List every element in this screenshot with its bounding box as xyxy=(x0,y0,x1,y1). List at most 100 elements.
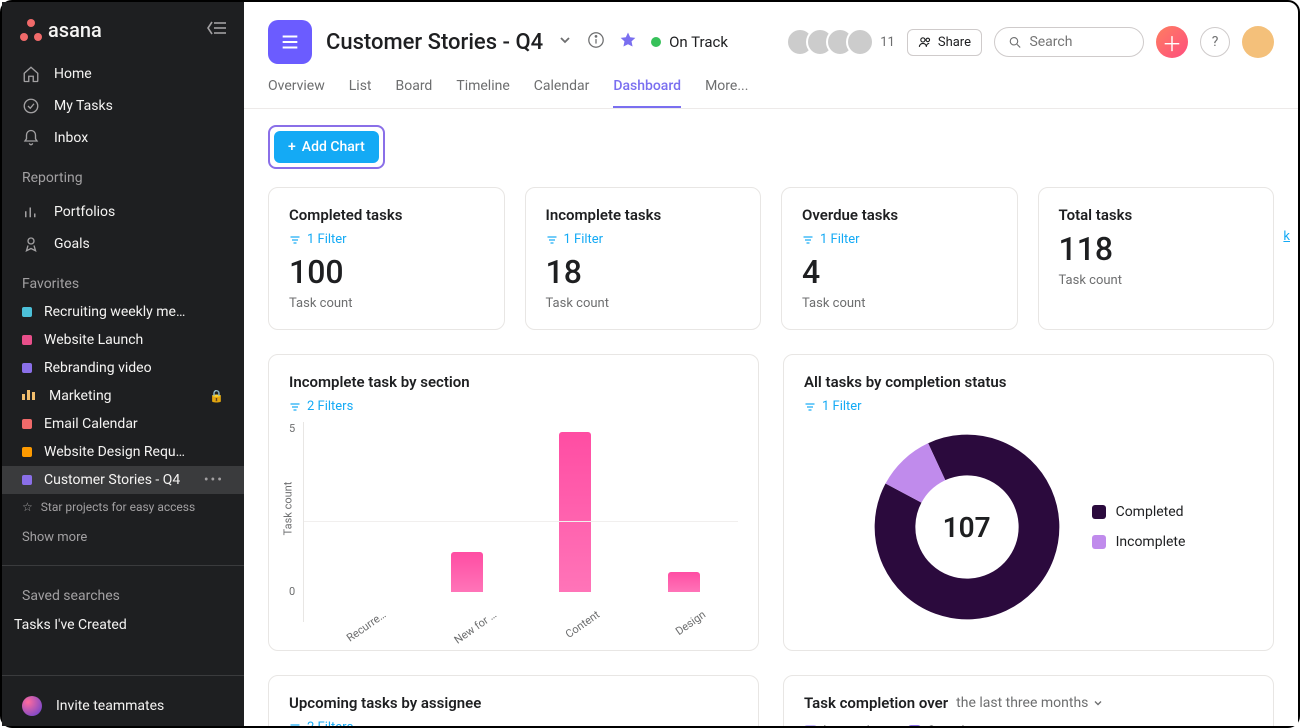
stat-card[interactable]: Total tasks 118 Task count xyxy=(1038,187,1275,330)
add-chart-highlight: + Add Chart xyxy=(268,125,385,169)
tab-list[interactable]: List xyxy=(349,78,372,108)
lock-icon: 🔒 xyxy=(209,389,224,403)
bell-icon xyxy=(22,129,40,147)
chart-completion-over-time[interactable]: Task completion over the last three mont… xyxy=(783,675,1274,726)
project-icon[interactable] xyxy=(268,20,312,64)
sidebar-item-inbox[interactable]: Inbox xyxy=(10,122,236,154)
stat-value: 4 xyxy=(802,255,997,290)
favorite-project[interactable]: Recruiting weekly me… xyxy=(2,298,244,326)
project-title[interactable]: Customer Stories - Q4 xyxy=(326,30,543,55)
collapse-sidebar-button[interactable] xyxy=(206,20,226,41)
tab-dashboard[interactable]: Dashboard xyxy=(613,78,681,108)
sidebar-item-goals[interactable]: Goals xyxy=(10,228,236,260)
chart-upcoming-by-assignee[interactable]: Upcoming tasks by assignee 2 Filters xyxy=(268,675,759,726)
favorite-project[interactable]: Rebranding video xyxy=(2,354,244,382)
bar-label: New for … xyxy=(451,608,499,647)
member-count: 11 xyxy=(880,35,895,50)
member-avatars[interactable]: 11 xyxy=(794,28,895,56)
star-outline-icon: ☆ xyxy=(22,500,33,514)
search-icon xyxy=(1009,35,1021,50)
period-selector[interactable]: the last three months xyxy=(956,695,1104,711)
saved-searches-header: Saved searches xyxy=(2,576,244,610)
check-icon xyxy=(22,97,40,115)
sidebar-item-portfolios[interactable]: Portfolios xyxy=(10,196,236,228)
search-box[interactable] xyxy=(994,27,1144,57)
chart-title: Incomplete task by section xyxy=(289,373,738,391)
tab-timeline[interactable]: Timeline xyxy=(456,78,509,108)
chevron-down-icon xyxy=(1092,697,1104,709)
chart-title: All tasks by completion status xyxy=(804,373,1253,391)
sidebar-item-my-tasks[interactable]: My Tasks xyxy=(10,90,236,122)
filter-icon xyxy=(802,234,814,246)
project-status[interactable]: On Track xyxy=(651,33,728,51)
stat-sub: Task count xyxy=(546,296,741,311)
tab-more[interactable]: More... xyxy=(705,78,748,108)
keyboard-shortcut-link[interactable]: k xyxy=(1283,229,1290,244)
bars-icon xyxy=(22,203,40,221)
bar-label: Content xyxy=(563,608,603,642)
bars-icon xyxy=(22,388,37,404)
filter-link[interactable]: 1 Filter xyxy=(804,399,1253,414)
stat-card[interactable]: Incomplete tasks1 Filter18Task count xyxy=(525,187,762,330)
star-icon[interactable] xyxy=(619,31,637,53)
bars-area: Recurre…New for …ContentDesign xyxy=(303,422,738,622)
legend-swatch xyxy=(804,725,817,726)
stat-card[interactable]: Completed tasks1 Filter100Task count xyxy=(268,187,505,330)
filter-link[interactable]: 2 Filters xyxy=(289,720,738,726)
filter-icon xyxy=(289,722,301,726)
saved-search-tasks-created[interactable]: Tasks I've Created xyxy=(2,610,244,640)
stat-title: Overdue tasks xyxy=(802,206,997,224)
bar xyxy=(559,432,591,592)
chart-title: Task completion over xyxy=(804,694,948,712)
favorite-project[interactable]: Email Calendar xyxy=(2,410,244,438)
search-input[interactable] xyxy=(1029,34,1129,50)
tab-board[interactable]: Board xyxy=(396,78,433,108)
stat-card[interactable]: Overdue tasks1 Filter4Task count xyxy=(781,187,1018,330)
favorite-project[interactable]: Customer Stories - Q4••• xyxy=(2,466,244,494)
bar xyxy=(451,552,483,592)
legend-swatch xyxy=(908,725,921,726)
project-color-icon xyxy=(22,475,32,485)
sidebar-item-home[interactable]: Home xyxy=(10,58,236,90)
reporting-header: Reporting xyxy=(2,158,244,192)
share-button[interactable]: Share xyxy=(907,29,982,56)
chart-completion-status[interactable]: All tasks by completion status 1 Filter … xyxy=(783,354,1274,651)
invite-teammates-button[interactable]: Invite teammates xyxy=(2,686,244,726)
info-icon[interactable] xyxy=(587,31,605,53)
filter-link[interactable]: 1 Filter xyxy=(289,232,484,247)
avatar xyxy=(846,28,874,56)
project-color-icon xyxy=(22,335,32,345)
help-button[interactable]: ? xyxy=(1200,27,1230,57)
chart-incomplete-by-section[interactable]: Incomplete task by section 2 Filters Tas… xyxy=(268,354,759,651)
favorite-project[interactable]: Website Launch xyxy=(2,326,244,354)
legend-item[interactable]: Incomplete xyxy=(804,724,888,726)
filter-link[interactable]: 1 Filter xyxy=(546,232,741,247)
stat-sub: Task count xyxy=(1059,273,1254,288)
brand-logo[interactable]: asana xyxy=(20,18,102,42)
legend-item[interactable]: Complete xyxy=(908,724,983,726)
more-icon[interactable]: ••• xyxy=(204,472,224,488)
project-color-icon xyxy=(22,363,32,373)
legend-item: Completed xyxy=(1092,504,1186,520)
create-button[interactable]: ＋ xyxy=(1156,26,1188,58)
stat-value: 118 xyxy=(1059,232,1254,267)
filter-icon xyxy=(546,234,558,246)
favorite-project[interactable]: Marketing🔒 xyxy=(2,382,244,410)
dashboard-content: k + Add Chart Completed tasks1 Filter100… xyxy=(244,109,1298,726)
star-hint: ☆ Star projects for easy access xyxy=(2,494,244,520)
sidebar: asana HomeMy TasksInbox Reporting Portfo… xyxy=(2,2,244,726)
tab-calendar[interactable]: Calendar xyxy=(534,78,590,108)
project-color-icon xyxy=(22,419,32,429)
y-axis: Task count 5 0 xyxy=(289,422,303,622)
favorite-project[interactable]: Website Design Requ… xyxy=(2,438,244,466)
show-more-link[interactable]: Show more xyxy=(2,520,244,555)
filter-link[interactable]: 2 Filters xyxy=(289,399,738,414)
donut-center-value: 107 xyxy=(872,432,1062,622)
chevron-down-icon[interactable] xyxy=(557,32,573,52)
current-user-avatar[interactable] xyxy=(1242,26,1274,58)
add-chart-button[interactable]: + Add Chart xyxy=(274,131,379,163)
legend-item: Incomplete xyxy=(1092,534,1186,550)
tab-overview[interactable]: Overview xyxy=(268,78,325,108)
filter-link[interactable]: 1 Filter xyxy=(802,232,997,247)
stat-title: Total tasks xyxy=(1059,206,1254,224)
